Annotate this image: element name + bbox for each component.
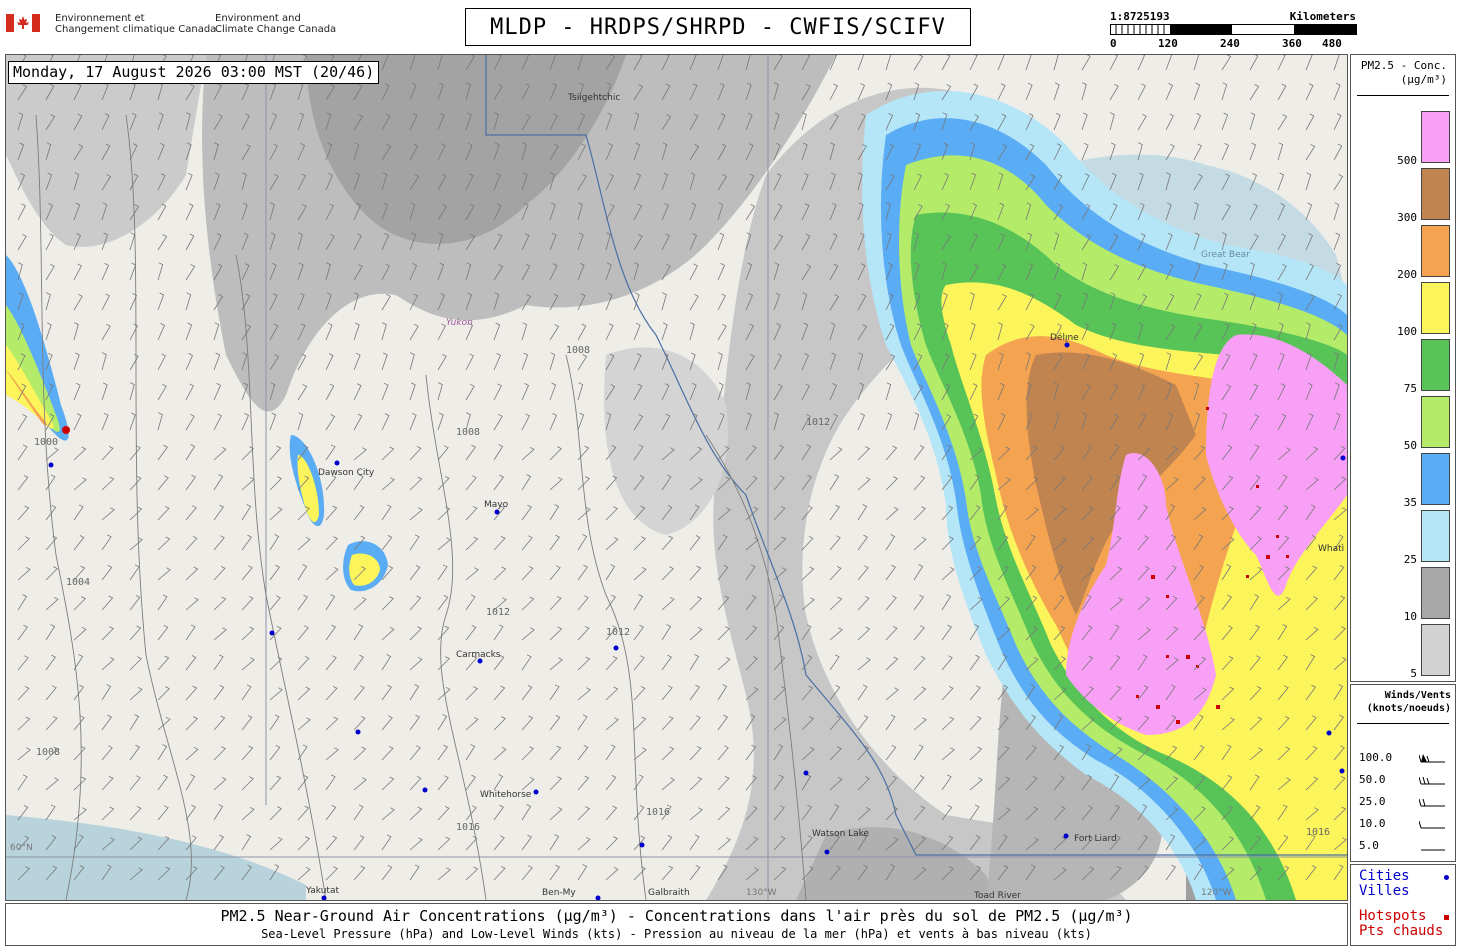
- winds-divider: [1357, 723, 1449, 724]
- wind-barb-icon: [1419, 820, 1445, 829]
- scale-ratio: 1:8725193: [1110, 10, 1170, 23]
- map-panel[interactable]: 1000 1004 1008 1008 1008 1012 1012 1012 …: [5, 54, 1348, 901]
- cities-label: Cities Villes: [1359, 868, 1410, 899]
- legend-swatch: [1421, 567, 1450, 619]
- isobar-label: 1012: [486, 607, 510, 618]
- legend-swatch: [1421, 396, 1450, 448]
- place-label: 60°N: [10, 843, 33, 853]
- legend-swatch: [1421, 282, 1450, 334]
- map-canvas[interactable]: 1000 1004 1008 1008 1008 1012 1012 1012 …: [6, 55, 1347, 900]
- place-label: Whatì: [1318, 544, 1344, 554]
- isobar-label: 1016: [456, 822, 480, 833]
- place-label: 130°W: [746, 888, 777, 898]
- city-marker-icon: [1444, 875, 1449, 880]
- place-label: Yukon: [446, 318, 473, 328]
- legend-swatch: [1421, 624, 1450, 676]
- place-label: Galbraith: [648, 888, 690, 898]
- canada-flag-icon: [6, 14, 40, 32]
- legend-swatch: [1421, 111, 1450, 163]
- scale-tick-240: 240: [1220, 37, 1240, 50]
- place-label: Fort Liard: [1074, 834, 1117, 844]
- scale-tick-120: 120: [1158, 37, 1178, 50]
- scale-unit: Kilometers: [1289, 10, 1356, 23]
- winds-legend: Winds/Vents (knots/noeuds) 100.0 50.0 25.0 1…: [1350, 684, 1456, 862]
- footer-caption: PM2.5 Near-Ground Air Concentrations (µg…: [5, 903, 1348, 946]
- legend-level-label: 100: [1397, 325, 1417, 338]
- product-title: MLDP - HRDPS/SHRPD - CWFIS/SCIFV: [465, 8, 971, 46]
- isobar-label: 1008: [566, 345, 590, 356]
- legend-divider: [1357, 95, 1449, 96]
- place-label: Toad River: [973, 891, 1021, 900]
- wind-speed-label: 10.0: [1359, 817, 1386, 830]
- winds-legend-title: Winds/Vents (knots/noeuds): [1366, 690, 1451, 714]
- legend-level-label: 500: [1397, 154, 1417, 167]
- legend-level-label: 5: [1410, 667, 1417, 680]
- header: Environnement et Changement climatique Ca…: [0, 0, 1460, 52]
- wind-speed-label: 100.0: [1359, 751, 1393, 764]
- legend-level-label: 35: [1403, 496, 1417, 509]
- legend-swatch: [1421, 339, 1450, 391]
- isobar-label: 1016: [646, 807, 670, 818]
- place-label: Whitehorse: [480, 790, 532, 800]
- forecast-timestamp: Monday, 17 August 2026 03:00 MST (20/46): [8, 61, 380, 84]
- wind-barb-icon: [1419, 776, 1445, 785]
- pm25-legend: PM2.5 - Conc. (µg/m³) 500 300 200 100 75 50 35 2…: [1350, 54, 1456, 682]
- scale-tick-360: 360: [1282, 37, 1302, 50]
- scale-tick-480: 480: [1322, 37, 1342, 50]
- legend-level-label: 25: [1403, 553, 1417, 566]
- isobar-label: 1012: [806, 417, 830, 428]
- legend-level-label: 50: [1403, 439, 1417, 452]
- footer-line-1: PM2.5 Near-Ground Air Concentrations (µg…: [220, 907, 1133, 925]
- place-label: Mayo: [484, 500, 509, 510]
- footer-line-2: Sea-Level Pressure (hPa) and Low-Level W…: [261, 927, 1092, 941]
- legend-swatch: [1421, 168, 1450, 220]
- wind-speed-label: 5.0: [1359, 839, 1379, 852]
- dept-name-en: Environment and Climate Change Canada: [215, 13, 337, 35]
- scale-bar-graphic: [1110, 24, 1357, 35]
- wind-barb-icon: [1421, 849, 1445, 851]
- place-label: Great Bear: [1201, 250, 1250, 260]
- place-label: Yakutat: [305, 886, 339, 896]
- legend-swatch: [1421, 453, 1450, 505]
- wind-barb-icon: [1419, 798, 1445, 807]
- hotspots-label: Hotspots Pts chauds: [1359, 908, 1444, 939]
- place-label: Dawson City: [318, 468, 375, 478]
- scale-tick-0: 0: [1110, 37, 1117, 50]
- isobar-label: 1004: [66, 577, 90, 588]
- legend-swatch: [1421, 225, 1450, 277]
- place-label: Ben-My: [542, 888, 576, 898]
- isobar-label: 1012: [606, 627, 630, 638]
- hotspot-marker-icon: [1444, 915, 1449, 920]
- place-label: Watson Lake: [812, 829, 870, 839]
- dept-name-fr: Environnement et Changement climatique Ca…: [55, 13, 217, 35]
- wind-speed-label: 25.0: [1359, 795, 1386, 808]
- isobar-label: 1008: [456, 427, 480, 438]
- legend-title: PM2.5 - Conc. (µg/m³): [1360, 59, 1447, 86]
- legend-level-label: 10: [1403, 610, 1417, 623]
- place-label: Carmacks: [456, 650, 501, 660]
- legend-level-label: 75: [1403, 382, 1417, 395]
- legend-swatch: [1421, 510, 1450, 562]
- place-label: Délı̨ne: [1050, 332, 1079, 343]
- legend-level-label: 300: [1397, 211, 1417, 224]
- place-label: 120°W: [1201, 888, 1232, 898]
- legend-level-label: 200: [1397, 268, 1417, 281]
- place-label: Tsiigehtchic: [567, 93, 620, 103]
- isobar-label: 1016: [1306, 827, 1330, 838]
- wind-barb-icon: [1419, 754, 1445, 763]
- wind-speed-label: 50.0: [1359, 773, 1386, 786]
- scale-bar: 1:8725193 Kilometers 0 120 240 360 480: [1110, 10, 1360, 50]
- isobar-label: 1000: [34, 437, 58, 448]
- city-hotspot-legend: Cities Villes Hotspots Pts chauds: [1350, 864, 1456, 946]
